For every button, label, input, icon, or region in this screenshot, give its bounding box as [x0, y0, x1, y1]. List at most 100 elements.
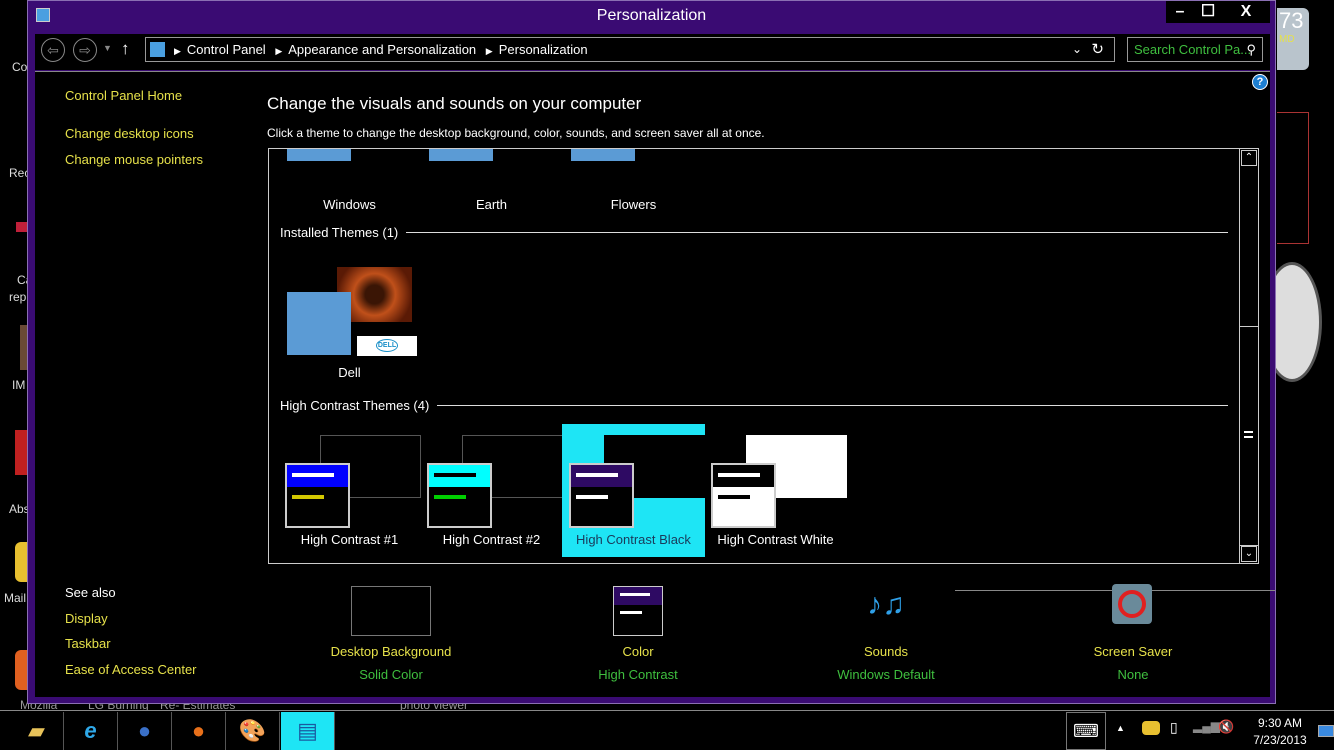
network-tray-icon[interactable] — [1142, 721, 1160, 735]
taskbar: ▰ e ● ● 🎨 ▤ ⌨ ▲ ▯ ▂▄▆ 🔇 9:30 AM 7/23/2013 — [0, 710, 1334, 750]
desktop-label[interactable]: IM — [12, 378, 25, 392]
setting-label[interactable]: Desktop Background — [301, 644, 481, 659]
forward-button[interactable]: ⇨ — [73, 38, 97, 62]
gadget-label: MD — [1279, 34, 1295, 45]
address-toolbar: ⇦ ⇨ ▼ ↑ ▶ Control Panel ▶ Appearance and P… — [35, 34, 1270, 70]
theme-high-contrast[interactable]: High Contrast White — [704, 424, 847, 557]
color-icon — [613, 586, 663, 636]
theme-flowers[interactable]: Flowers — [562, 149, 705, 222]
volume-muted-icon[interactable]: 🔇 — [1218, 719, 1234, 735]
close-button[interactable]: X — [1222, 1, 1270, 23]
page-subheading: Click a theme to change the desktop back… — [267, 126, 765, 140]
weather-gadget[interactable]: 73 MD — [1277, 8, 1309, 70]
theme-thumbnail — [571, 149, 635, 161]
theme-dell[interactable]: DELL Dell — [278, 257, 421, 390]
theme-label: Flowers — [610, 197, 657, 212]
theme-label: High Contrast Black — [576, 532, 691, 547]
theme-window-preview — [569, 463, 634, 528]
color-setting[interactable]: Color High Contrast — [548, 586, 728, 682]
desktop-background-icon — [351, 586, 431, 636]
show-hidden-icons-button[interactable]: ▲ — [1116, 723, 1125, 733]
control-panel-taskbar-button[interactable]: ▤ — [281, 712, 335, 750]
signal-icon[interactable]: ▂▄▆ — [1193, 719, 1220, 733]
vertical-scrollbar[interactable]: ⌃ ⌄ — [1239, 149, 1258, 563]
change-desktop-icons-link[interactable]: Change desktop icons — [65, 126, 194, 141]
maximize-button[interactable]: ☐ — [1194, 1, 1222, 23]
installed-themes-group: Installed Themes (1) — [280, 225, 1228, 240]
group-label: Installed Themes (1) — [280, 225, 399, 240]
setting-value: High Contrast — [598, 667, 678, 682]
back-button[interactable]: ⇦ — [41, 38, 65, 62]
setting-value: Windows Default — [837, 667, 935, 682]
search-icon[interactable]: ⚲ — [1246, 38, 1256, 61]
ease-of-access-link[interactable]: Ease of Access Center — [65, 662, 197, 677]
touch-keyboard-icon[interactable]: ⌨ — [1066, 712, 1106, 750]
sounds-setting[interactable]: ♪♫ Sounds Windows Default — [796, 580, 976, 682]
theme-high-contrast[interactable]: High Contrast #2 — [420, 424, 563, 557]
thunderbird-taskbar-button[interactable]: ● — [118, 712, 172, 750]
theme-windows[interactable]: Windows — [278, 149, 421, 222]
search-input[interactable]: Search Control Pa... ⚲ — [1127, 37, 1263, 62]
scroll-up-button[interactable]: ⌃ — [1241, 150, 1257, 166]
sounds-icon: ♪♫ — [867, 588, 905, 621]
theme-label: Earth — [475, 197, 508, 212]
theme-high-contrast[interactable]: High Contrast Black — [562, 424, 705, 557]
recent-pages-chevron-icon[interactable]: ▼ — [103, 43, 112, 53]
battery-icon[interactable]: ▯ — [1170, 719, 1178, 736]
control-panel-home-link[interactable]: Control Panel Home — [65, 88, 182, 103]
setting-label[interactable]: Screen Saver — [1043, 644, 1223, 659]
calendar-gadget[interactable] — [1277, 112, 1309, 244]
date: 7/23/2013 — [1253, 733, 1307, 747]
refresh-icon[interactable]: ↻ — [1091, 38, 1104, 61]
theme-label: High Contrast #1 — [300, 532, 399, 547]
grip-icon — [1244, 431, 1253, 438]
window-title: Personalization — [596, 7, 707, 24]
personalization-window: Personalization – ☐ X ⇦ ⇨ ▼ ↑ ▶ Control P… — [27, 0, 1276, 704]
theme-thumbnail — [429, 149, 493, 161]
setting-label[interactable]: Sounds — [796, 644, 976, 659]
theme-high-contrast[interactable]: High Contrast #1 — [278, 424, 421, 557]
desktop-label[interactable]: rep — [9, 290, 26, 304]
screen-saver-setting[interactable]: Screen Saver None — [1043, 580, 1223, 682]
time: 9:30 AM — [1257, 716, 1303, 730]
theme-label: Windows — [323, 197, 376, 212]
see-also-heading: See also — [65, 585, 116, 600]
scroll-thumb[interactable] — [1240, 326, 1258, 546]
up-button[interactable]: ↑ — [121, 39, 130, 59]
theme-thumbnail — [287, 149, 351, 161]
change-mouse-pointers-link[interactable]: Change mouse pointers — [65, 152, 203, 167]
desktop-label[interactable]: Mail — [4, 591, 26, 605]
scroll-down-button[interactable]: ⌄ — [1241, 546, 1257, 562]
clock[interactable]: 9:30 AM 7/23/2013 — [1240, 715, 1320, 749]
paint-taskbar-button[interactable]: 🎨 — [226, 712, 280, 750]
group-label: High Contrast Themes (4) — [280, 398, 430, 413]
setting-value: None — [1117, 667, 1149, 682]
desktop-label[interactable]: Co — [12, 60, 27, 74]
firefox-taskbar-button[interactable]: ● — [172, 712, 226, 750]
control-panel-icon — [150, 42, 165, 57]
address-bar[interactable]: ▶ Control Panel ▶ Appearance and Personali… — [145, 37, 1115, 62]
taskbar-link[interactable]: Taskbar — [65, 636, 111, 651]
search-placeholder: Search Control Pa... — [1134, 42, 1252, 57]
high-contrast-group: High Contrast Themes (4) — [280, 398, 1228, 413]
address-dropdown-icon[interactable]: ⌄ — [1072, 38, 1082, 61]
theme-label: Dell — [338, 365, 361, 380]
display-link[interactable]: Display — [65, 611, 108, 626]
breadcrumb-item[interactable]: Appearance and Personalization — [288, 42, 476, 57]
breadcrumb-item[interactable]: Personalization — [499, 42, 588, 57]
content-area: ? Control Panel Home Change desktop icon… — [35, 71, 1275, 697]
show-desktop-button[interactable] — [1318, 725, 1334, 737]
internet-explorer-taskbar-button[interactable]: e — [64, 712, 118, 750]
page-heading: Change the visuals and sounds on your co… — [267, 94, 642, 113]
setting-label[interactable]: Color — [548, 644, 728, 659]
theme-earth[interactable]: Earth — [420, 149, 563, 222]
dell-logo: DELL — [357, 336, 417, 356]
breadcrumb-item[interactable]: Control Panel — [187, 42, 266, 57]
help-button[interactable]: ? — [1252, 74, 1268, 90]
theme-window-preview — [285, 463, 350, 528]
theme-list: Windows Earth Flowers Installed Themes (… — [268, 148, 1259, 564]
desktop-background-setting[interactable]: Desktop Background Solid Color — [301, 586, 481, 682]
minimize-button[interactable]: – — [1166, 1, 1194, 23]
setting-value: Solid Color — [359, 667, 423, 682]
file-explorer-taskbar-button[interactable]: ▰ — [10, 712, 64, 750]
